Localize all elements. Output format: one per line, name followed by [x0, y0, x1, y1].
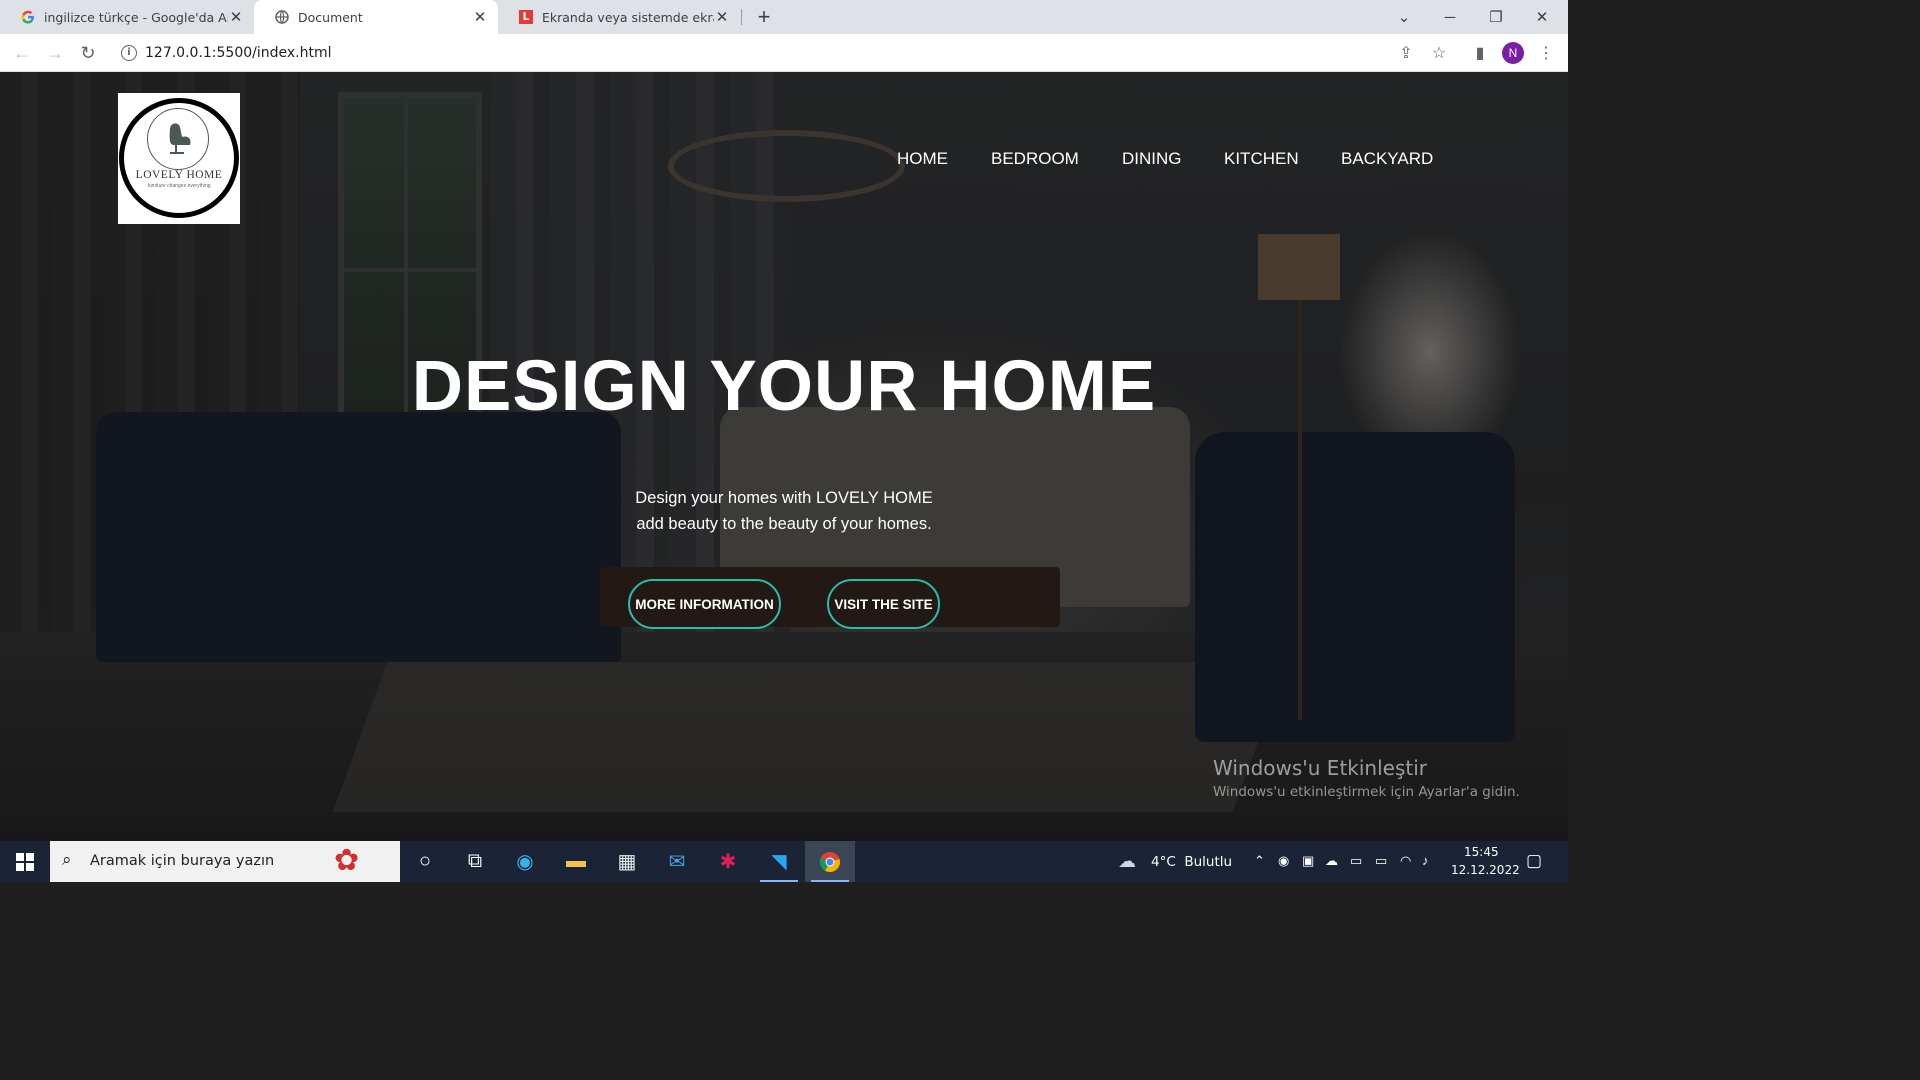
taskbar: ⌕ Aramak için buraya yazın ✿ ○ ⧉ ◉ ▬ ▦ ✉… [0, 841, 1568, 882]
tab-divider [741, 9, 742, 25]
clock-date[interactable]: 12.12.2022 [1451, 863, 1520, 877]
back-arrow-icon[interactable]: ← [9, 40, 35, 66]
volume-icon[interactable]: ♪ [1422, 853, 1429, 868]
l-red-icon: L [518, 9, 534, 25]
chrome-icon[interactable] [805, 841, 855, 882]
clock-time[interactable]: 15:45 [1464, 845, 1499, 859]
display-icon[interactable]: ▭ [1350, 853, 1362, 869]
hero-subtitle-line1: Design your homes with LOVELY HOME [635, 489, 933, 507]
chair-icon [147, 108, 209, 170]
forward-arrow-icon[interactable]: → [42, 40, 68, 66]
visit-site-button[interactable]: VISIT THE SITE [827, 579, 940, 629]
profile-avatar[interactable]: N [1502, 42, 1524, 64]
side-panel-icon[interactable]: ▮ [1467, 40, 1493, 66]
activation-watermark-subtitle: Windows'u etkinleştirmek için Ayarlar'a … [1213, 784, 1520, 800]
menu-kebab-icon[interactable]: ⋮ [1533, 40, 1559, 66]
record-icon[interactable]: ◉ [1278, 853, 1289, 869]
tab-title: ingilizce türkçe - Google'da Ara [44, 9, 228, 25]
slack-icon[interactable]: ✱ [703, 841, 753, 882]
globe-icon [274, 9, 290, 25]
close-window-button[interactable]: ✕ [1519, 0, 1565, 34]
reload-icon[interactable]: ↻ [75, 40, 101, 66]
nav-bedroom[interactable]: BEDROOM [991, 149, 1079, 169]
tab-google-search[interactable]: ingilizce türkçe - Google'da Ara ✕ [0, 0, 254, 34]
logo-name: LOVELY HOME [135, 169, 223, 181]
meet-icon[interactable]: ▣ [1302, 853, 1314, 869]
cloud-weather-icon[interactable]: ☁ [1118, 851, 1136, 872]
address-bar[interactable]: i 127.0.0.1:5500/index.html [112, 38, 1462, 68]
show-hidden-icons-icon[interactable]: ⌃ [1254, 853, 1265, 869]
search-icon: ⌕ [62, 850, 72, 869]
share-icon[interactable]: ⇪ [1393, 40, 1419, 66]
tab-title: Ekranda veya sistemde ekran gör [542, 9, 714, 25]
tab-document[interactable]: Document ✕ [254, 0, 498, 34]
windows-start-icon[interactable] [0, 841, 50, 882]
onedrive-icon[interactable]: ☁ [1325, 853, 1338, 869]
tab-screenshot-article[interactable]: L Ekranda veya sistemde ekran gör ✕ [498, 0, 740, 34]
close-tab-icon[interactable]: ✕ [228, 8, 244, 26]
taskbar-search-box[interactable]: ⌕ Aramak için buraya yazın ✿ [50, 841, 400, 882]
page-viewport: LOVELY HOME furniture changes everything… [0, 72, 1568, 841]
battery-icon[interactable]: ▭ [1375, 853, 1387, 869]
nav-backyard[interactable]: BACKYARD [1341, 149, 1433, 169]
wifi-icon[interactable]: ◠ [1400, 853, 1411, 869]
tab-title: Document [298, 9, 363, 25]
close-tab-icon[interactable]: ✕ [472, 8, 488, 26]
browser-toolbar: ← → ↻ i 127.0.0.1:5500/index.html ⇪ ☆ ▮ … [0, 34, 1568, 72]
nav-kitchen[interactable]: KITCHEN [1224, 149, 1299, 169]
logo-tagline: furniture changes everything [147, 183, 211, 189]
activation-watermark-title: Windows'u Etkinleştir [1213, 756, 1428, 780]
microsoft-store-icon[interactable]: ▦ [602, 841, 652, 882]
tab-search-chevron-icon[interactable]: ⌄ [1381, 0, 1427, 34]
close-tab-icon[interactable]: ✕ [714, 8, 730, 26]
mail-icon[interactable]: ✉ [652, 841, 702, 882]
poinsettia-icon: ✿ [334, 844, 360, 877]
cortana-icon[interactable]: ○ [400, 841, 450, 882]
more-information-button[interactable]: MORE INFORMATION [628, 579, 781, 629]
search-placeholder: Aramak için buraya yazın [90, 853, 275, 869]
minimize-button[interactable]: ─ [1427, 0, 1473, 34]
file-explorer-icon[interactable]: ▬ [551, 841, 601, 882]
nav-dining[interactable]: DINING [1122, 149, 1182, 169]
google-icon [20, 9, 36, 25]
url-text[interactable]: 127.0.0.1:5500/index.html [145, 45, 332, 61]
vscode-icon[interactable]: ◥ [754, 841, 804, 882]
site-logo[interactable]: LOVELY HOME furniture changes everything [118, 93, 240, 224]
site-info-icon[interactable]: i [121, 45, 137, 61]
task-view-icon[interactable]: ⧉ [450, 841, 500, 882]
hero-subtitle-line2: add beauty to the beauty of your homes. [636, 515, 932, 533]
hero-title: DESIGN YOUR HOME [411, 347, 1157, 426]
bookmark-star-icon[interactable]: ☆ [1426, 40, 1452, 66]
notification-icon[interactable]: ▢ [1526, 851, 1542, 871]
new-tab-button[interactable]: + [754, 6, 774, 28]
edge-icon[interactable]: ◉ [500, 841, 550, 882]
weather-text[interactable]: 4°C Bulutlu [1151, 854, 1232, 870]
tab-strip: ingilizce türkçe - Google'da Ara ✕ Docum… [0, 0, 1568, 34]
restore-button[interactable]: ❐ [1473, 0, 1519, 34]
nav-home[interactable]: HOME [897, 149, 948, 169]
